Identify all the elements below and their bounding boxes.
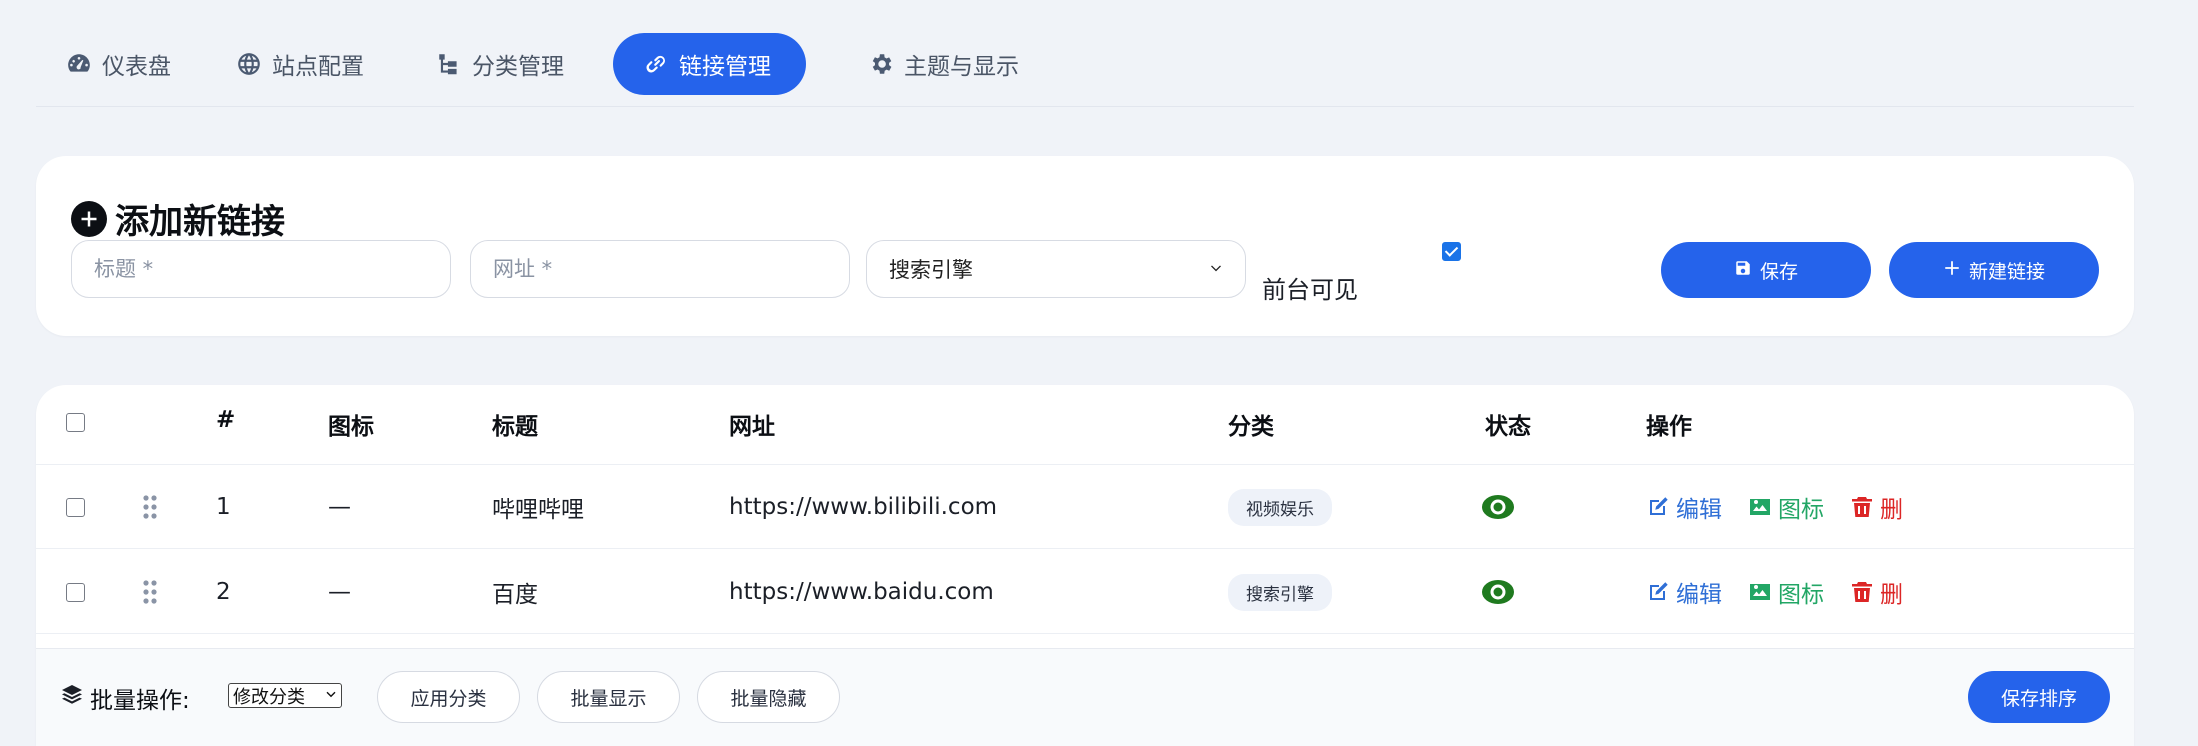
header-url: 网址 bbox=[729, 414, 775, 440]
row-url: https://www.bilibili.com bbox=[729, 494, 998, 520]
icon-label: 图标 bbox=[1778, 497, 1824, 523]
category-badge: 视频娱乐 bbox=[1228, 488, 1332, 526]
table-row: 1 — 哔哩哔哩 https://www.bilibili.com 视频娱乐 编… bbox=[36, 465, 2134, 549]
row-index: 1 bbox=[216, 494, 231, 520]
chevron-down-icon bbox=[1209, 257, 1223, 281]
tab-theme-display[interactable]: 主题与显示 bbox=[838, 33, 1049, 95]
delete-button[interactable]: 删 bbox=[1850, 490, 1903, 524]
row-icon: — bbox=[328, 494, 351, 520]
add-link-card: 添加新链接 搜索引擎 前台可见 保存 新建链接 bbox=[36, 156, 2134, 336]
batch-label-text: 批量操作: bbox=[90, 688, 190, 714]
plus-circle-icon bbox=[71, 200, 107, 237]
tab-label: 主题与显示 bbox=[904, 54, 1019, 80]
category-badge: 搜索引擎 bbox=[1228, 573, 1332, 611]
select-all-checkbox[interactable] bbox=[66, 413, 85, 432]
delete-label: 删 bbox=[1880, 497, 1903, 523]
edit-icon bbox=[1650, 497, 1668, 515]
batch-label: 批量操作: bbox=[60, 681, 190, 715]
new-link-button[interactable]: 新建链接 bbox=[1889, 242, 2099, 298]
tab-label: 链接管理 bbox=[679, 54, 771, 80]
header-icon: 图标 bbox=[328, 414, 374, 440]
batch-action-bar: 批量操作: 修改分类 应用分类 批量显示 批量隐藏 保存排序 bbox=[36, 648, 2134, 746]
header-category: 分类 bbox=[1228, 414, 1274, 440]
header-actions: 操作 bbox=[1646, 414, 1692, 440]
floppy-disk-icon bbox=[1734, 259, 1752, 282]
icon-button[interactable]: 图标 bbox=[1748, 575, 1824, 609]
category-select[interactable]: 搜索引擎 bbox=[866, 240, 1246, 298]
save-order-button[interactable]: 保存排序 bbox=[1968, 671, 2110, 723]
top-nav: 仪表盘 站点配置 分类管理 链接管理 主题与显示 bbox=[36, 33, 2134, 107]
gear-icon bbox=[868, 51, 894, 77]
save-button-label: 保存 bbox=[1759, 260, 1798, 283]
batch-action-select[interactable]: 修改分类 bbox=[228, 683, 342, 708]
row-checkbox[interactable] bbox=[66, 497, 85, 517]
icon-label: 图标 bbox=[1778, 582, 1824, 608]
tab-label: 站点配置 bbox=[272, 54, 364, 80]
header-index: # bbox=[216, 407, 236, 433]
add-link-title: 添加新链接 bbox=[115, 202, 285, 242]
row-checkbox[interactable] bbox=[66, 582, 85, 602]
delete-label: 删 bbox=[1880, 582, 1903, 608]
tab-category-management[interactable]: 分类管理 bbox=[406, 33, 594, 95]
gauge-icon bbox=[66, 51, 92, 77]
category-select-value: 搜索引擎 bbox=[889, 258, 973, 282]
batch-show-button[interactable]: 批量显示 bbox=[537, 671, 680, 723]
plus-icon bbox=[1943, 259, 1961, 282]
header-title: 标题 bbox=[492, 414, 538, 440]
new-link-button-label: 新建链接 bbox=[1968, 260, 2045, 283]
row-title: 哔哩哔哩 bbox=[492, 497, 584, 523]
header-status: 状态 bbox=[1485, 414, 1531, 440]
title-input[interactable] bbox=[71, 240, 451, 298]
link-icon bbox=[643, 51, 669, 77]
eye-icon[interactable] bbox=[1481, 465, 1515, 549]
row-index: 2 bbox=[216, 579, 231, 605]
tab-label: 分类管理 bbox=[472, 54, 564, 80]
edit-label: 编辑 bbox=[1676, 582, 1722, 608]
layer-stack-icon bbox=[60, 683, 84, 713]
chevron-down-icon bbox=[325, 685, 337, 706]
image-icon bbox=[1750, 499, 1770, 515]
drag-handle-icon[interactable] bbox=[142, 465, 158, 549]
delete-button[interactable]: 删 bbox=[1850, 575, 1903, 609]
apply-category-button[interactable]: 应用分类 bbox=[377, 671, 520, 723]
tab-dashboard[interactable]: 仪表盘 bbox=[36, 33, 201, 95]
visible-checkbox[interactable] bbox=[1442, 242, 1461, 261]
batch-select-value: 修改分类 bbox=[233, 686, 305, 708]
add-link-heading: 添加新链接 bbox=[71, 194, 285, 243]
tab-label: 仪表盘 bbox=[102, 54, 171, 80]
edit-button[interactable]: 编辑 bbox=[1646, 490, 1722, 524]
image-icon bbox=[1750, 584, 1770, 600]
save-button[interactable]: 保存 bbox=[1661, 242, 1871, 298]
trash-icon bbox=[1852, 582, 1872, 602]
edit-button[interactable]: 编辑 bbox=[1646, 575, 1722, 609]
visible-label: 前台可见 bbox=[1262, 276, 1358, 304]
drag-handle-icon[interactable] bbox=[142, 550, 158, 634]
row-title: 百度 bbox=[492, 582, 538, 608]
edit-label: 编辑 bbox=[1676, 497, 1722, 523]
edit-icon bbox=[1650, 582, 1668, 600]
globe-icon bbox=[236, 51, 262, 77]
row-url: https://www.baidu.com bbox=[729, 579, 994, 605]
url-input[interactable] bbox=[470, 240, 850, 298]
table-row: 2 — 百度 https://www.baidu.com 搜索引擎 编辑 图标 … bbox=[36, 550, 2134, 634]
tab-link-management[interactable]: 链接管理 bbox=[613, 33, 806, 95]
tab-site-config[interactable]: 站点配置 bbox=[206, 33, 394, 95]
icon-button[interactable]: 图标 bbox=[1748, 490, 1824, 524]
trash-icon bbox=[1852, 497, 1872, 517]
batch-hide-button[interactable]: 批量隐藏 bbox=[697, 671, 840, 723]
sitemap-icon bbox=[436, 51, 462, 77]
eye-icon[interactable] bbox=[1481, 550, 1515, 634]
row-icon: — bbox=[328, 579, 351, 605]
